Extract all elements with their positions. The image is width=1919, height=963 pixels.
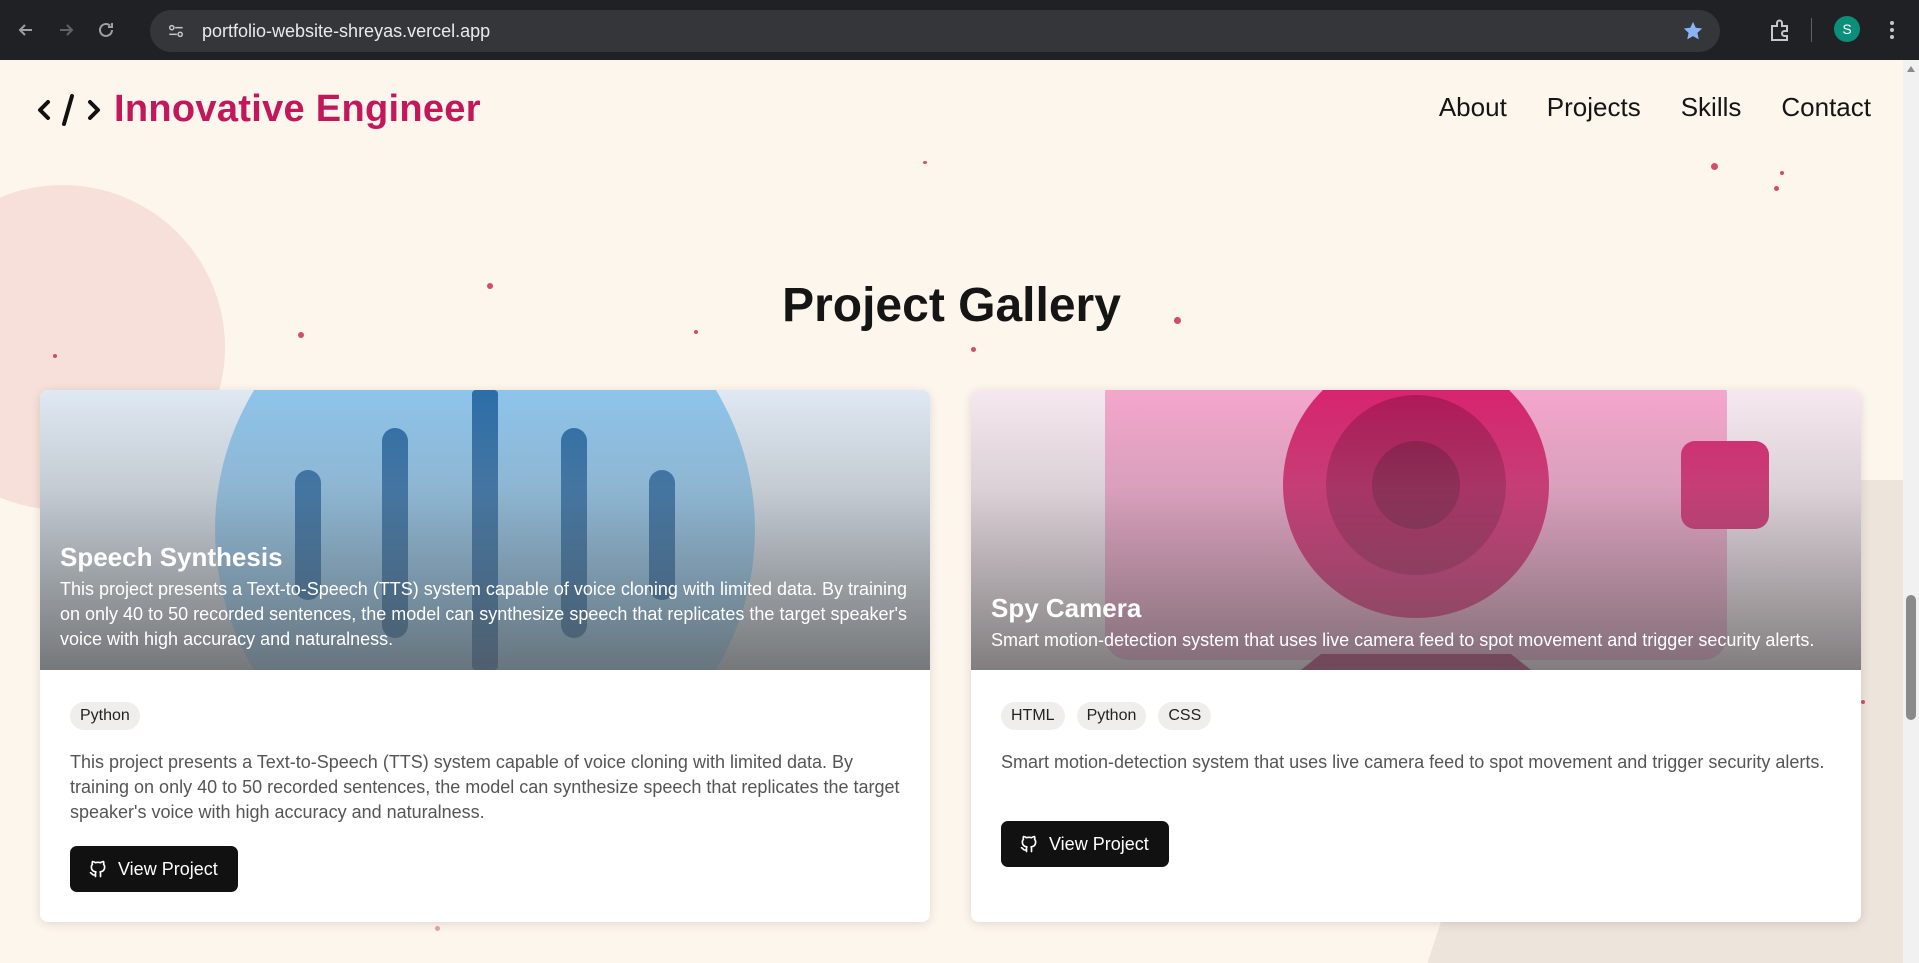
button-label: View Project xyxy=(118,858,218,879)
toolbar-divider xyxy=(1811,18,1812,42)
site-header: Innovative Engineer About Projects Skill… xyxy=(0,60,1903,160)
nav-skills[interactable]: Skills xyxy=(1681,92,1742,123)
project-description: Smart motion-detection system that uses … xyxy=(1001,752,1825,772)
github-icon xyxy=(1020,835,1037,853)
menu-icon[interactable] xyxy=(1880,14,1904,46)
decor-dot xyxy=(1861,700,1865,704)
browser-toolbar: portfolio-website-shreyas.vercel.app S xyxy=(0,0,1919,60)
nav-contact[interactable]: Contact xyxy=(1781,92,1871,123)
decor-dot xyxy=(435,926,440,931)
decor-dot xyxy=(971,347,976,352)
site-info-icon[interactable] xyxy=(164,19,188,43)
scrollbar-thumb[interactable] xyxy=(1906,595,1916,720)
main-nav: About Projects Skills Contact xyxy=(1439,92,1871,123)
decor-dot xyxy=(53,354,57,358)
nav-projects[interactable]: Projects xyxy=(1547,92,1641,123)
bookmark-star-icon[interactable] xyxy=(1682,20,1704,42)
forward-arrow-icon[interactable] xyxy=(48,12,84,48)
project-thumbnail: Spy Camera Smart motion-detection system… xyxy=(971,390,1861,670)
decor-dot xyxy=(1711,163,1718,170)
tag-python: Python xyxy=(1076,702,1147,730)
overlay-description: Smart motion-detection system that uses … xyxy=(991,630,1815,650)
nav-about[interactable]: About xyxy=(1439,92,1507,123)
page-scrollbar[interactable] xyxy=(1903,60,1919,963)
overlay-title: Spy Camera xyxy=(991,593,1142,623)
project-card: Speech Synthesis This project presents a… xyxy=(40,390,930,922)
view-project-button[interactable]: View Project xyxy=(1001,821,1169,867)
project-thumbnail: Speech Synthesis This project presents a… xyxy=(40,390,930,670)
decor-dot xyxy=(1780,171,1784,175)
project-description: This project presents a Text-to-Speech (… xyxy=(70,752,900,822)
button-label: View Project xyxy=(1049,833,1149,854)
site-logo[interactable]: Innovative Engineer xyxy=(36,88,481,131)
page-viewport: Innovative Engineer About Projects Skill… xyxy=(0,60,1919,963)
project-card: Spy Camera Smart motion-detection system… xyxy=(971,390,1861,922)
extensions-icon[interactable] xyxy=(1766,16,1794,44)
tag-list: HTML Python CSS xyxy=(1001,702,1212,730)
url-text[interactable]: portfolio-website-shreyas.vercel.app xyxy=(202,21,490,42)
view-project-button[interactable]: View Project xyxy=(70,846,238,892)
section-title: Project Gallery xyxy=(782,279,1121,332)
brand-name[interactable]: Innovative Engineer xyxy=(114,88,481,131)
overlay-title: Speech Synthesis xyxy=(60,542,283,572)
tag-python: Python xyxy=(70,702,140,730)
scroll-up-arrow-icon[interactable] xyxy=(1907,66,1915,72)
tag-css: CSS xyxy=(1158,702,1212,730)
code-icon xyxy=(36,90,102,130)
reload-icon[interactable] xyxy=(88,12,124,48)
overlay-description: This project presents a Text-to-Speech (… xyxy=(60,579,908,649)
profile-avatar[interactable]: S xyxy=(1834,16,1860,42)
github-icon xyxy=(89,860,106,878)
address-bar[interactable]: portfolio-website-shreyas.vercel.app xyxy=(150,10,1720,52)
tag-list: Python xyxy=(70,702,140,730)
decor-dot xyxy=(1774,186,1779,191)
decor-dot xyxy=(923,161,927,164)
tag-html: HTML xyxy=(1001,702,1065,730)
back-arrow-icon[interactable] xyxy=(8,12,44,48)
